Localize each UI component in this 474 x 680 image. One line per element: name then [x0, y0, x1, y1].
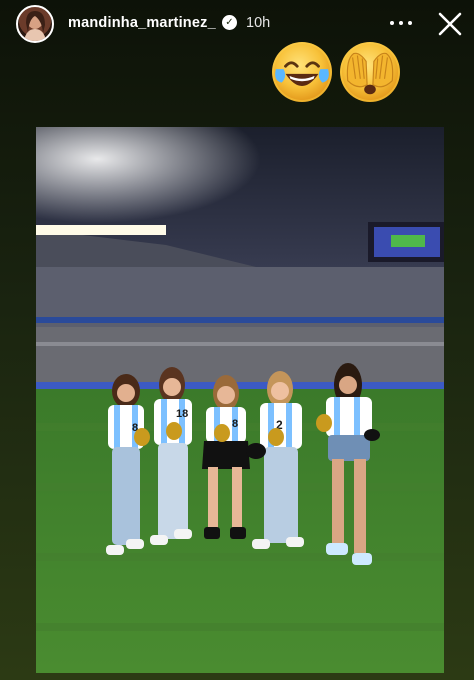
more-options-button[interactable] — [384, 10, 418, 36]
username[interactable]: mandinha_martinez_ — [68, 15, 216, 31]
story-header: mandinha_martinez_ ✓ 10h — [0, 0, 474, 48]
more-dot-icon — [390, 21, 394, 25]
verified-badge-icon: ✓ — [222, 15, 237, 30]
story-viewer: mandinha_martinez_ ✓ 10h 8 18 8 2 — [0, 0, 474, 680]
jersey-number: 18 — [176, 408, 188, 420]
face-with-tears-of-joy-emoji — [272, 42, 332, 102]
jersey-number: 8 — [232, 418, 238, 430]
post-time: 10h — [246, 15, 271, 31]
close-icon — [438, 12, 462, 36]
story-photo: 8 18 8 2 — [36, 127, 444, 673]
close-button[interactable] — [434, 8, 466, 40]
stadium-photo: 8 18 8 2 — [36, 127, 444, 673]
face-with-hands-over-eyes-emoji — [340, 42, 400, 102]
avatar-portrait-icon — [24, 11, 46, 41]
more-dot-icon — [408, 21, 412, 25]
more-dot-icon — [399, 21, 403, 25]
profile-avatar[interactable] — [16, 5, 54, 43]
emoji-stickers — [272, 42, 402, 104]
